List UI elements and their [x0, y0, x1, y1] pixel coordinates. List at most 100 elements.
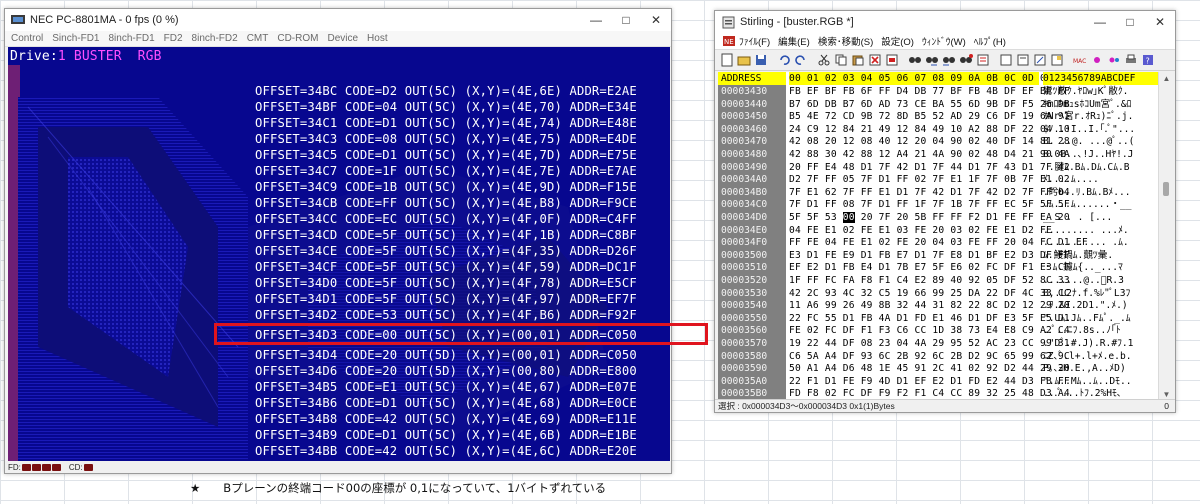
- document-mark-icon[interactable]: [1049, 53, 1064, 68]
- macro-icon[interactable]: MAC: [1072, 53, 1087, 68]
- menu-fd2[interactable]: FD2: [164, 33, 183, 44]
- hex-row[interactable]: 00003440 B7 6D DB B7 6D AD 73 CE BA 55 6D…: [718, 97, 1159, 111]
- menu-cmt[interactable]: CMT: [247, 33, 269, 44]
- scroll-up-icon[interactable]: ▲: [1159, 72, 1174, 84]
- help-icon[interactable]: ?: [1140, 53, 1155, 68]
- emulator-screen[interactable]: Drive:1 BUSTER RGB OFFSET=34BC CODE=D2 O…: [8, 47, 670, 463]
- hex-row[interactable]: 00003470 42 08 20 12 08 40 12 20 04 90 02…: [718, 135, 1159, 149]
- bookmark-icon[interactable]: [884, 53, 899, 68]
- hex-row-ascii[interactable]: 鸞ﾂ敝ｸ.ﾔﾛw｣Kﾟ敝ｸ.: [1043, 85, 1159, 98]
- document-alt-icon[interactable]: [1015, 53, 1030, 68]
- copy-icon[interactable]: [833, 53, 848, 68]
- print-icon[interactable]: [1123, 53, 1138, 68]
- hex-row[interactable]: 00003460 24 C9 12 84 21 49 12 84 49 10 A2…: [718, 122, 1159, 136]
- hex-row-bytes[interactable]: 50 A1 A4 D6 48 1E 45 91 2C 41 02 92 D2 4…: [789, 362, 1070, 375]
- hex-row-bytes[interactable]: FE 02 FC DF F1 F3 C6 CC 1D 38 73 E4 E8 C…: [789, 324, 1070, 337]
- menu-sinch-fd1[interactable]: Sinch-FD1: [52, 33, 99, 44]
- hex-row[interactable]: 00003510 EF E2 D1 FB E4 D1 7B E7 5F E6 02…: [718, 261, 1159, 275]
- hex-row-ascii[interactable]: .......@..ﾟR.3: [1043, 274, 1159, 287]
- hex-row[interactable]: 000034F0 FF FE 04 FE E1 02 FE 20 04 03 FE…: [718, 236, 1159, 250]
- minimize-button[interactable]: —: [1085, 11, 1115, 33]
- hex-row-bytes[interactable]: 1F FF FC FA F8 F1 C4 E2 89 40 92 05 DF 5…: [789, 274, 1070, 287]
- hex-row[interactable]: 000034A0 D2 7F FF 05 7F D1 FF 02 7F E1 1F…: [718, 173, 1159, 187]
- hex-row-bytes[interactable]: 24 C9 12 84 21 49 12 84 49 10 A2 88 DF 2…: [789, 123, 1070, 136]
- hex-row-bytes[interactable]: 5F 5F 53 00 20 7F 20 5B FF FF F2 D1 FE F…: [789, 211, 1070, 224]
- hex-row-ascii[interactable]: .ﾑ...ﾑ......・__: [1043, 198, 1159, 211]
- hex-row-bytes[interactable]: C6 5A A4 DF 93 6C 2B 92 6C 2B D2 9C 65 9…: [789, 350, 1070, 363]
- hex-row-bytes[interactable]: B5 4E 72 CD 9B 72 8D B5 52 AD 29 C6 DF 1…: [789, 110, 1070, 123]
- hex-row[interactable]: 00003560 FE 02 FC DF F1 F3 C6 CC 1D 38 73…: [718, 324, 1159, 338]
- hex-row-ascii[interactable]: ......... ...ﾒ.: [1043, 224, 1159, 237]
- undo-icon[interactable]: [776, 53, 791, 68]
- menu-control[interactable]: Control: [11, 33, 43, 44]
- redo-icon[interactable]: [793, 53, 808, 68]
- hex-row-ascii[interactable]: __S . . [...: [1043, 211, 1159, 224]
- hex-row[interactable]: 00003540 11 A6 99 26 49 8B 32 44 31 82 22…: [718, 299, 1159, 313]
- menu-settings[interactable]: 設定(O): [881, 34, 914, 48]
- hex-editor-view[interactable]: ADDRESS 00 01 02 03 04 05 06 07 08 09 0A…: [718, 72, 1159, 400]
- hex-row-ascii[interactable]: P｡､ﾖH.E.,A..ﾒD): [1043, 362, 1159, 375]
- selected-byte[interactable]: 00: [842, 212, 855, 223]
- hex-row-bytes[interactable]: 7F D1 FF 08 7F D1 FF 1F 7F 1B 7F FF EC 5…: [789, 198, 1070, 211]
- menu-8inch-fd2[interactable]: 8inch-FD2: [192, 33, 238, 44]
- hex-row-ascii[interactable]: ・ﾑ.鑢ﾑ{.._...ﾏ: [1043, 261, 1159, 274]
- hex-row-bytes[interactable]: 22 FC 55 D1 FB 4A D1 FD E1 46 D1 DF E3 5…: [789, 312, 1070, 325]
- hex-row-ascii[interactable]: ........... .ﾑ.: [1043, 236, 1159, 249]
- hex-row-bytes[interactable]: FF FE 04 FE E1 02 FE 20 04 03 FE FF 20 0…: [789, 236, 1088, 249]
- goto-icon[interactable]: [958, 53, 973, 68]
- menu-file[interactable]: ﾌｧｲﾙ(F): [739, 34, 770, 48]
- menu-edit[interactable]: 編集(E): [778, 34, 810, 48]
- hex-row[interactable]: 00003450 B5 4E 72 CD 9B 72 8D B5 52 AD 29…: [718, 110, 1159, 124]
- hex-row-bytes[interactable]: 04 FE E1 02 FE E1 03 FE 20 03 02 FE E1 D…: [789, 224, 1052, 237]
- hex-row-bytes[interactable]: D2 7F FF 05 7F D1 FF 02 7F E1 1F 7F 0B 7…: [789, 173, 1070, 186]
- hex-row-bytes[interactable]: EF E2 D1 FB E4 D1 7B E7 5F E6 02 FC DF F…: [789, 261, 1070, 274]
- menu-search-move[interactable]: 検索･移動(S): [818, 34, 873, 48]
- delete-icon[interactable]: [867, 53, 882, 68]
- hex-row-ascii[interactable]: ".Uﾑ.Jﾑ..Fﾑﾟ._.ﾑ: [1043, 312, 1159, 325]
- close-button[interactable]: ✕: [641, 9, 671, 31]
- document-icon[interactable]: [998, 53, 1013, 68]
- hex-row-ascii[interactable]: ..ﾟ..ﾆﾌ.8s..ﾉ｢ﾄ: [1043, 324, 1159, 337]
- mark-icon[interactable]: [1089, 53, 1104, 68]
- document-menu-icon[interactable]: NE: [721, 34, 736, 49]
- hex-row[interactable]: 000034B0 7F E1 62 7F FF E1 D1 7F 42 D1 7F…: [718, 185, 1159, 199]
- hex-row-bytes[interactable]: 7F E1 62 7F FF E1 D1 7F 42 D1 7F 42 D2 7…: [789, 186, 1070, 199]
- hex-row[interactable]: 00003490 20 FF E4 48 D1 7F 42 D1 7F 44 D1…: [718, 160, 1159, 174]
- hex-row-ascii[interactable]: $ﾉ..!I..I.｢.ﾟ"...: [1043, 123, 1159, 136]
- hex-row[interactable]: 00003500 E3 D1 FE E9 D1 FB E7 D1 7F E8 D1…: [718, 248, 1159, 262]
- maximize-button[interactable]: □: [611, 9, 641, 31]
- hex-row-ascii[interactable]: .ｦ.&I.2D1.".ﾒ.): [1043, 299, 1159, 312]
- hex-row-ascii[interactable]: ﾒ....ﾑ....: [1043, 173, 1159, 186]
- new-file-icon[interactable]: [719, 53, 734, 68]
- hex-row-bytes[interactable]: FB EF BF FB 6F FF D4 DB 77 BF FB 4B DF E…: [789, 85, 1070, 98]
- paste-icon[interactable]: [850, 53, 865, 68]
- hex-row-ascii[interactable]: ."Dﾟ.#.J).R.#ﾌ.1: [1043, 337, 1159, 350]
- hex-row-ascii[interactable]: ".ﾑ..Mﾑ..ﾑ..Dﾓ..: [1043, 375, 1159, 388]
- hex-row-ascii[interactable]: ﾑ.鰻鍋ﾑ.覿ﾂ彙.: [1043, 249, 1159, 262]
- hex-vertical-scrollbar[interactable]: ▲ ▼: [1158, 72, 1173, 400]
- hex-row-ascii[interactable]: B.0B..､!J..Hﾔ!.J: [1043, 148, 1159, 161]
- menu-8inch-fd1[interactable]: 8inch-FD1: [109, 33, 155, 44]
- hex-row-bytes[interactable]: E3 D1 FE E9 D1 FB E7 D1 7F E8 D1 BF E2 D…: [789, 249, 1070, 262]
- cut-icon[interactable]: [816, 53, 831, 68]
- find-next-icon[interactable]: [924, 53, 939, 68]
- menu-device[interactable]: Device: [327, 33, 358, 44]
- hex-row[interactable]: 00003480 42 88 30 42 88 12 A4 21 4A 90 02…: [718, 148, 1159, 161]
- hex-row[interactable]: 000035A0 22 F1 D1 FE F9 4D D1 EF E2 D1 FD…: [718, 374, 1159, 388]
- hex-row[interactable]: 00003580 C6 5A A4 DF 93 6C 2B 92 6C 2B D2…: [718, 349, 1159, 363]
- hex-row-bytes[interactable]: 22 F1 D1 FE F9 4D D1 EF E2 D1 FD E2 44 D…: [789, 375, 1070, 388]
- mark-next-icon[interactable]: [1106, 53, 1121, 68]
- hex-row-bytes[interactable]: 20 FF E4 48 D1 7F 42 D1 7F 44 D1 7F 43 D…: [789, 161, 1070, 174]
- find-prev-icon[interactable]: [941, 53, 956, 68]
- hex-row[interactable]: 000034E0 04 FE E1 02 FE E1 03 FE 20 03 02…: [718, 223, 1159, 237]
- hex-row-bytes[interactable]: B7 6D DB B7 6D AD 73 CE BA 55 6D 9B DF F…: [789, 98, 1070, 111]
- save-icon[interactable]: [753, 53, 768, 68]
- hex-row[interactable]: 000034C0 7F D1 FF 08 7F D1 FF 1F 7F 1B 7F…: [718, 198, 1159, 212]
- hex-row[interactable]: 00003530 42 2C 93 4C 32 C5 19 66 99 25 DA…: [718, 286, 1159, 300]
- hex-row-ascii[interactable]: ｵNrﾍ宮r.ｵRｭ)ﾆﾟ.j.: [1043, 110, 1159, 123]
- menu-window[interactable]: ｳｨﾝﾄﾞｳ(W): [922, 34, 966, 48]
- hex-row-ascii[interactable]: ﾆZ､ﾟ.l+.l+ﾒ.e.b.: [1043, 350, 1159, 363]
- compare-icon[interactable]: [975, 53, 990, 68]
- hex-row-bytes[interactable]: 42 88 30 42 88 12 A4 21 4A 90 02 48 D4 2…: [789, 148, 1070, 161]
- hex-row-ascii[interactable]: ｷmﾛｷmｭsﾎｺUm宮ﾟ.&ﾛ: [1043, 98, 1159, 111]
